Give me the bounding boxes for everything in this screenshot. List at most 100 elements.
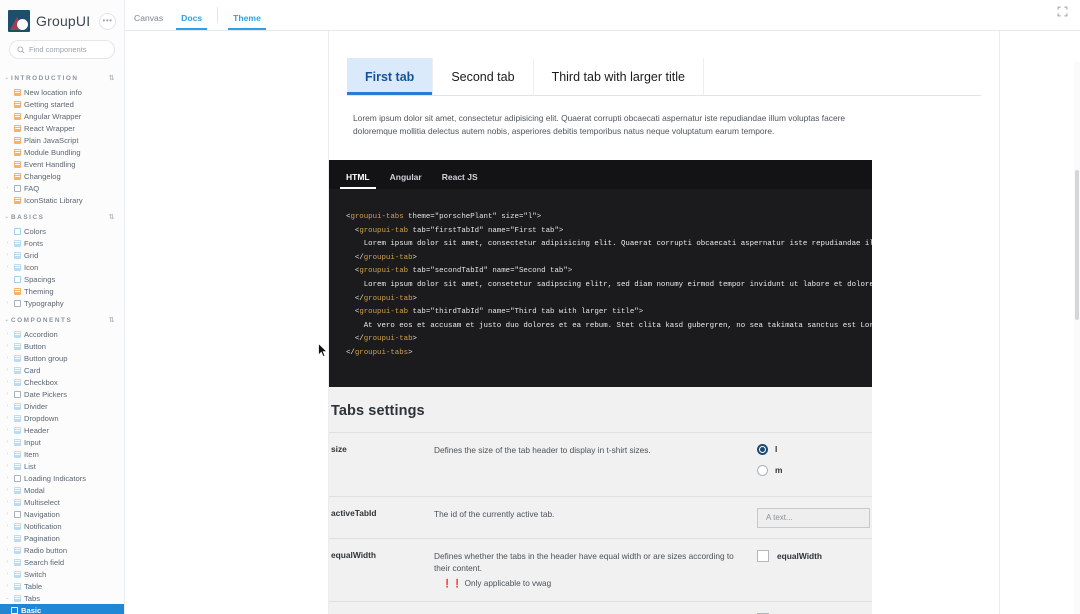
sidebar-item-grid[interactable]: › Grid — [0, 249, 124, 261]
sidebar-item-plain-javascript[interactable]: Plain JavaScript — [0, 134, 124, 146]
code-tab-html[interactable]: HTML — [336, 160, 380, 190]
sidebar-item-accordion[interactable]: › Accordion — [0, 328, 124, 340]
sidebar-item-modal[interactable]: › Modal — [0, 484, 124, 496]
tab-theme[interactable]: Theme — [224, 0, 270, 30]
sidebar-item-changelog[interactable]: Changelog — [0, 170, 124, 182]
sidebar-item-radio-button[interactable]: › Radio button — [0, 544, 124, 556]
sidebar-item-button[interactable]: › Button — [0, 340, 124, 352]
sidebar-item-button-group[interactable]: › Button group — [0, 352, 124, 364]
twisty-icon[interactable]: › — [4, 415, 11, 421]
twisty-icon[interactable]: › — [4, 379, 11, 385]
sidebar-group-header[interactable]: ⌄ INTRODUCTION ⇅ — [0, 67, 124, 86]
sidebar-item-new-location-info[interactable]: New location info — [0, 86, 124, 98]
sidebar-item-navigation[interactable]: › Navigation — [0, 508, 124, 520]
scrollbar-thumb[interactable] — [1075, 170, 1079, 320]
twisty-icon[interactable]: › — [4, 185, 11, 191]
twisty-icon[interactable]: › — [4, 583, 11, 589]
twisty-icon[interactable]: › — [4, 499, 11, 505]
sidebar-item-colors[interactable]: Colors — [0, 225, 124, 237]
twisty-icon[interactable]: › — [4, 571, 11, 577]
demo-tab-first-tab[interactable]: First tab — [347, 58, 434, 95]
twisty-icon[interactable]: › — [4, 535, 11, 541]
sidebar-item-event-handling[interactable]: Event Handling — [0, 158, 124, 170]
twisty-icon[interactable]: › — [4, 427, 11, 433]
radio-option[interactable]: l — [757, 443, 872, 455]
code-block[interactable]: <groupui-tabs theme="porschePlant" size=… — [329, 189, 872, 387]
sidebar-group-header[interactable]: ⌄ COMPONENTS ⇅ — [0, 309, 124, 328]
sidebar-item-basic[interactable]: Basic — [0, 604, 124, 614]
sidebar-item-getting-started[interactable]: Getting started — [0, 98, 124, 110]
sidebar-item-iconstatic-library[interactable]: IconStatic Library — [0, 194, 124, 206]
code-tab-angular[interactable]: Angular — [380, 160, 432, 189]
sidebar-item-icon[interactable]: › Icon — [0, 261, 124, 273]
checkbox-option[interactable]: equalWidth — [757, 549, 872, 562]
twisty-icon[interactable]: › — [4, 355, 11, 361]
twisty-icon[interactable]: › — [4, 264, 11, 270]
sidebar-item-date-pickers[interactable]: › Date Pickers — [0, 388, 124, 400]
twisty-icon[interactable]: › — [4, 559, 11, 565]
sidebar-item-list[interactable]: › List — [0, 460, 124, 472]
sidebar-item-fonts[interactable]: › Fonts — [0, 237, 124, 249]
twisty-icon[interactable]: › — [4, 300, 11, 306]
sidebar-item-module-bundling[interactable]: Module Bundling — [0, 146, 124, 158]
search-input[interactable]: Find components — [9, 40, 115, 59]
sidebar-item-react-wrapper[interactable]: React Wrapper — [0, 122, 124, 134]
sidebar-item-header[interactable]: › Header — [0, 424, 124, 436]
twisty-icon[interactable]: › — [4, 367, 11, 373]
sidebar-group-header[interactable]: ⌄ BASICS ⇅ — [0, 206, 124, 225]
demo-tab-second-tab[interactable]: Second tab — [433, 58, 534, 95]
sidebar-tree[interactable]: ⌄ INTRODUCTION ⇅ New location info Getting s… — [0, 67, 124, 614]
sidebar-item-multiselect[interactable]: › Multiselect — [0, 496, 124, 508]
demo-tab-third-tab-with-larger-title[interactable]: Third tab with larger title — [533, 58, 704, 95]
text-input-activeTabId[interactable]: A text... — [757, 507, 870, 528]
twisty-icon[interactable]: › — [4, 343, 11, 349]
sidebar-item-spacings[interactable]: Spacings — [0, 273, 124, 285]
sidebar-item-faq[interactable]: › FAQ — [0, 182, 124, 194]
sidebar-item-loading-indicators[interactable]: › Loading Indicators — [0, 472, 124, 484]
twisty-icon[interactable]: › — [4, 523, 11, 529]
radio-l-icon[interactable] — [757, 443, 768, 455]
more-options-button[interactable]: ••• — [99, 12, 116, 30]
sidebar-item-table[interactable]: › Table — [0, 580, 124, 592]
twisty-icon[interactable]: › — [4, 252, 11, 258]
twisty-icon[interactable]: › — [4, 331, 11, 337]
topbar-tabs[interactable]: Canvas Docs Theme — [125, 0, 270, 30]
twisty-icon[interactable]: › — [4, 511, 11, 517]
demo-tab-list[interactable]: First tab Second tab Third tab with larger… — [347, 58, 981, 96]
sidebar-item-angular-wrapper[interactable]: Angular Wrapper — [0, 110, 124, 122]
twisty-icon[interactable]: › — [4, 487, 11, 493]
sidebar-item-divider[interactable]: › Divider — [0, 400, 124, 412]
sidebar-item-input[interactable]: › Input — [0, 436, 124, 448]
sort-icon[interactable]: ⇅ — [109, 74, 116, 82]
tab-docs[interactable]: Docs — [172, 0, 211, 30]
code-tab-list[interactable]: HTML Angular React JS — [329, 160, 872, 190]
twisty-icon[interactable]: ⌄ — [4, 595, 11, 601]
twisty-icon[interactable]: › — [4, 451, 11, 457]
twisty-icon[interactable]: › — [4, 403, 11, 409]
radio-m-icon[interactable] — [757, 464, 768, 476]
sidebar-item-theming[interactable]: Theming — [0, 285, 124, 297]
fullscreen-button[interactable] — [1057, 4, 1080, 30]
twisty-icon[interactable]: › — [4, 439, 11, 445]
sidebar-item-dropdown[interactable]: › Dropdown — [0, 412, 124, 424]
sidebar-item-checkbox[interactable]: › Checkbox — [0, 376, 124, 388]
twisty-icon[interactable]: › — [4, 475, 11, 481]
vertical-scrollbar[interactable] — [1074, 62, 1080, 614]
tab-canvas[interactable]: Canvas — [125, 0, 172, 30]
sort-icon[interactable]: ⇅ — [109, 316, 116, 324]
twisty-icon[interactable]: › — [4, 547, 11, 553]
sidebar-item-notification[interactable]: › Notification — [0, 520, 124, 532]
sidebar-item-tabs[interactable]: ⌄ Tabs — [0, 592, 124, 604]
sidebar-item-search-field[interactable]: › Search field — [0, 556, 124, 568]
sidebar-item-item[interactable]: › Item — [0, 448, 124, 460]
sort-icon[interactable]: ⇅ — [109, 213, 116, 221]
sidebar-item-switch[interactable]: › Switch — [0, 568, 124, 580]
code-tab-react-js[interactable]: React JS — [432, 160, 488, 189]
sidebar-item-pagination[interactable]: › Pagination — [0, 532, 124, 544]
twisty-icon[interactable]: › — [4, 240, 11, 246]
sidebar-item-typography[interactable]: › Typography — [0, 297, 124, 309]
sidebar-item-card[interactable]: › Card — [0, 364, 124, 376]
checkbox-equalWidth-icon[interactable] — [757, 549, 769, 562]
twisty-icon[interactable]: › — [4, 463, 11, 469]
twisty-icon[interactable]: › — [4, 391, 11, 397]
